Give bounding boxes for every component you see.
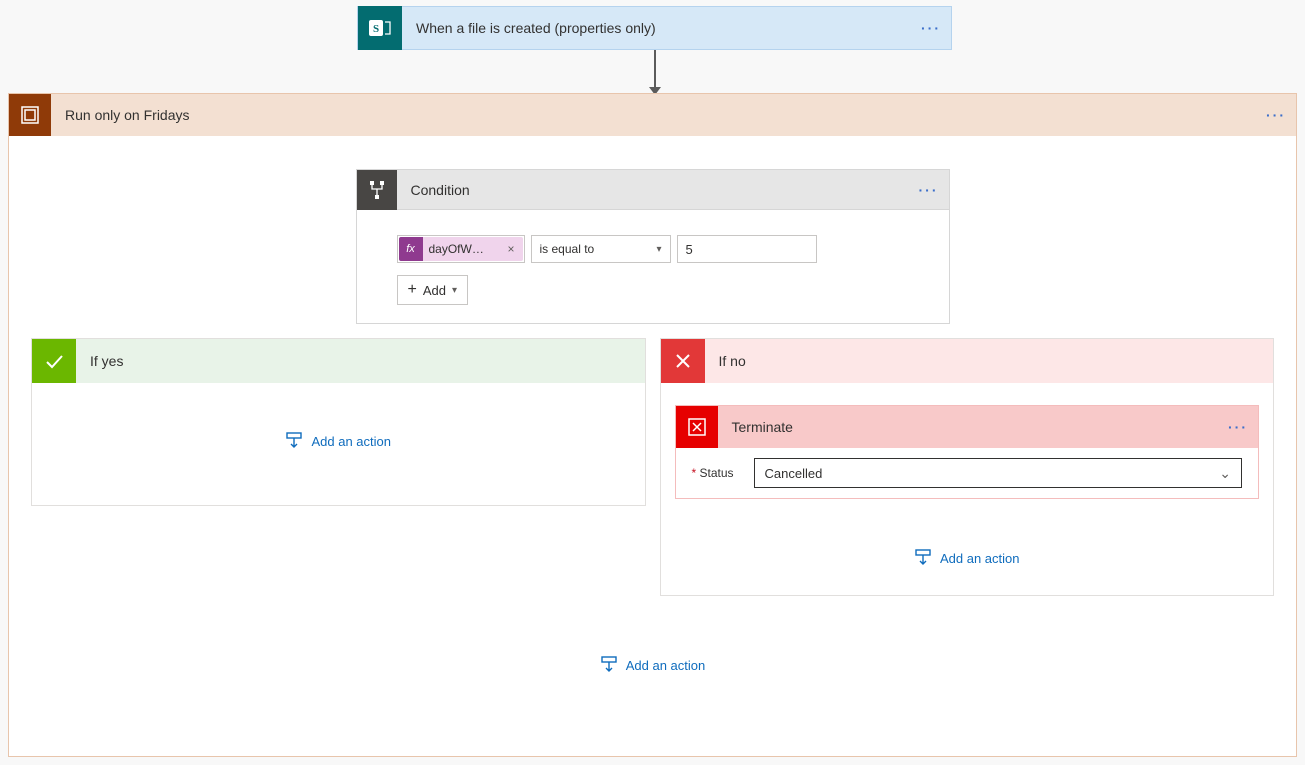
- branch-no-label: If no: [719, 353, 746, 369]
- branch-yes: If yes Add an action: [31, 338, 646, 506]
- chevron-down-icon: ⌄: [1219, 465, 1231, 482]
- condition-value: 5: [686, 242, 693, 257]
- condition-header[interactable]: Condition ···: [357, 170, 949, 210]
- chevron-down-icon: ▾: [452, 285, 457, 296]
- connector-arrow: [649, 50, 661, 95]
- trigger-menu[interactable]: ···: [911, 20, 951, 36]
- scope-title: Run only on Fridays: [65, 107, 1256, 123]
- expression-text: dayOfW…: [429, 242, 484, 256]
- operator-value: is equal to: [540, 242, 595, 256]
- scope-body: Condition ··· fx dayOfW… × is equal to ▾: [9, 136, 1296, 756]
- scope-container: Run only on Fridays ··· Condition ···: [8, 93, 1297, 757]
- add-action-icon: [914, 549, 932, 567]
- branch-yes-label: If yes: [90, 353, 123, 369]
- branch-no: If no Terminate ·: [660, 338, 1275, 596]
- add-action-label: Add an action: [940, 551, 1020, 566]
- scope-menu[interactable]: ···: [1256, 107, 1296, 123]
- add-label: Add: [423, 283, 446, 298]
- scope-header[interactable]: Run only on Fridays ···: [9, 94, 1296, 136]
- terminate-body: * Status Cancelled ⌄: [676, 448, 1259, 498]
- svg-text:S: S: [373, 23, 379, 35]
- add-action-scope[interactable]: Add an action: [9, 656, 1296, 694]
- condition-icon: [357, 170, 397, 210]
- check-icon: [32, 339, 76, 383]
- close-icon: [661, 339, 705, 383]
- add-action-yes[interactable]: Add an action: [285, 432, 391, 450]
- plus-icon: +: [408, 282, 417, 298]
- branch-no-header[interactable]: If no: [661, 339, 1274, 383]
- add-action-icon: [600, 656, 618, 674]
- condition-add-button[interactable]: + Add ▾: [397, 275, 469, 305]
- chevron-down-icon: ▾: [656, 244, 661, 255]
- condition-branches: If yes Add an action: [9, 324, 1296, 596]
- terminate-title: Terminate: [732, 419, 1219, 435]
- condition-title: Condition: [411, 182, 909, 198]
- required-asterisk: *: [692, 466, 697, 480]
- status-value: Cancelled: [765, 466, 823, 481]
- trigger-card[interactable]: S When a file is created (properties onl…: [357, 6, 952, 50]
- scope-icon: [9, 94, 51, 136]
- expression-token[interactable]: fx dayOfW… ×: [397, 235, 525, 263]
- terminate-header[interactable]: Terminate ···: [676, 406, 1259, 448]
- condition-body: fx dayOfW… × is equal to ▾ 5: [357, 210, 949, 323]
- add-action-no[interactable]: Add an action: [675, 549, 1260, 567]
- sharepoint-icon: S: [358, 6, 402, 50]
- add-action-icon: [285, 432, 303, 450]
- condition-card: Condition ··· fx dayOfW… × is equal to ▾: [356, 169, 950, 324]
- terminate-status-select[interactable]: Cancelled ⌄: [754, 458, 1242, 488]
- terminate-menu[interactable]: ···: [1218, 419, 1258, 435]
- condition-menu[interactable]: ···: [909, 182, 949, 198]
- terminate-icon: [676, 406, 718, 448]
- condition-value-input[interactable]: 5: [677, 235, 817, 263]
- fx-icon: fx: [399, 237, 423, 261]
- condition-row: fx dayOfW… × is equal to ▾ 5: [397, 235, 909, 263]
- add-action-label: Add an action: [311, 434, 391, 449]
- branch-yes-header[interactable]: If yes: [32, 339, 645, 383]
- add-action-label: Add an action: [626, 658, 706, 673]
- expression-remove[interactable]: ×: [505, 242, 516, 256]
- operator-select[interactable]: is equal to ▾: [531, 235, 671, 263]
- trigger-title: When a file is created (properties only): [416, 20, 911, 36]
- status-label: * Status: [692, 466, 734, 480]
- terminate-card: Terminate ··· * Status Cancelled ⌄: [675, 405, 1260, 499]
- status-label-text: Status: [700, 466, 734, 480]
